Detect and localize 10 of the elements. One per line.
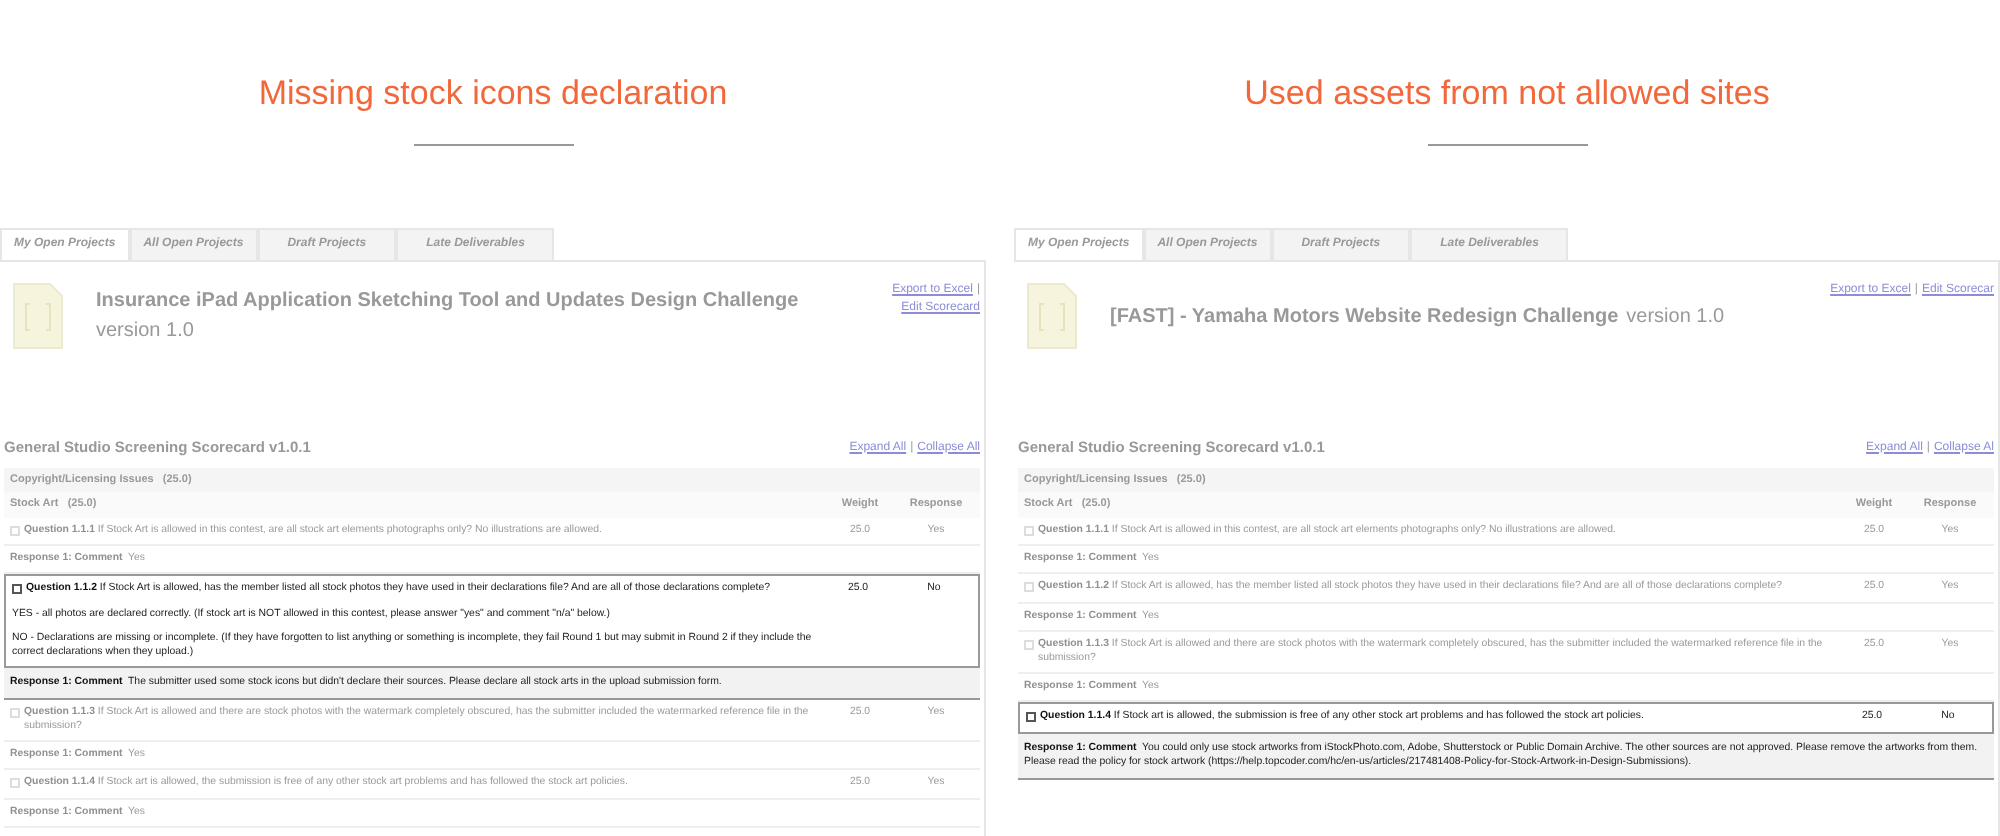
version-label: version 1.0 xyxy=(96,318,196,346)
collapse-icon[interactable] xyxy=(1026,712,1036,723)
project-title: [FAST] - Yamaha Motors Website Redesign Challenge xyxy=(1110,304,1619,332)
project-title: Insurance iPad Application Sketching Tool and Updates Design Challenge xyxy=(96,288,801,316)
section-heading: Missing stock icons declaration xyxy=(258,72,728,116)
document-icon xyxy=(12,282,64,350)
version-label: version 1.0 xyxy=(1626,304,1725,332)
document-icon xyxy=(1026,282,1078,350)
collapse-icon[interactable] xyxy=(12,584,22,595)
section-heading: Used assets from not allowed sites xyxy=(1244,72,1770,116)
